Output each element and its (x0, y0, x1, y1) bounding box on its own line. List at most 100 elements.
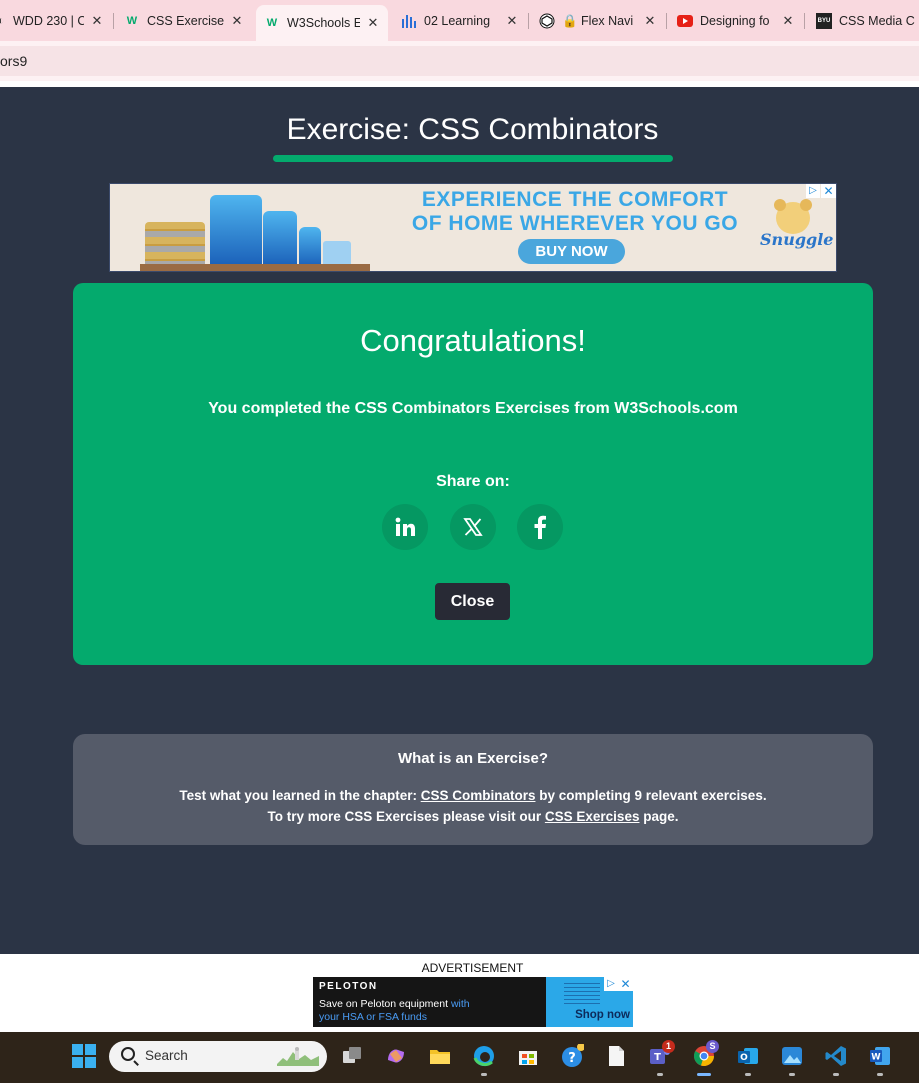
ad-headline-1: EXPERIENCE THE COMFORT (421, 188, 729, 211)
windows-start-icon[interactable] (72, 1044, 96, 1068)
info-line-2: To try more CSS Exercises please visit o… (73, 809, 873, 824)
teams-running-indicator (657, 1073, 663, 1076)
copilot-icon[interactable] (384, 1044, 408, 1068)
bottom-ad-area: ADVERTISEMENT PELOTON Save on Peloton eq… (0, 954, 919, 1032)
word-running-indicator (877, 1073, 883, 1076)
search-placeholder: Search (145, 1048, 188, 1063)
close-icon[interactable]: ✕ (364, 15, 382, 31)
ad-brand-name: Snuggle (760, 230, 834, 249)
search-highlight-icon (277, 1047, 319, 1066)
info-line-1-rest: by completing 9 relevant exercises. (535, 788, 767, 803)
address-bar-area: ors9 (0, 41, 919, 81)
edge-icon[interactable] (472, 1044, 496, 1068)
tab-separator (113, 13, 114, 29)
word-icon[interactable]: W (868, 1044, 892, 1068)
tab-title: CSS Exercise (147, 14, 224, 28)
vscode-icon[interactable] (824, 1044, 848, 1068)
ad-choices-icon[interactable]: ▷ (604, 977, 618, 991)
linkedin-icon (395, 517, 415, 536)
tab-designing[interactable]: Designing fo ✕ (677, 6, 797, 36)
tab-learning[interactable]: 02 Learning ✕ (401, 6, 521, 36)
photos-running-indicator (789, 1073, 795, 1076)
close-button[interactable]: Close (435, 583, 510, 620)
svg-text:W: W (871, 1053, 881, 1063)
tab-flex-nav[interactable]: 🔒 Flex Navi ✕ (539, 6, 659, 36)
peloton-ad-copy: PELOTON Save on Peloton equipment with y… (313, 977, 546, 1027)
tab-css-media[interactable]: BYU CSS Media C (816, 6, 919, 36)
title-underline (273, 155, 673, 162)
youtube-icon (677, 13, 693, 29)
bar-chart-icon (401, 13, 417, 29)
tab-title: 🔒 Flex Navi (562, 13, 634, 28)
help-icon[interactable]: ? (560, 1044, 584, 1068)
taskbar: Search ? T 1 S O W (0, 1032, 919, 1083)
w3schools-icon: W (126, 15, 138, 27)
tab-title: Designing fo (700, 14, 770, 28)
snuggle-logo: Snuggle (760, 199, 834, 264)
outlook-running-indicator (745, 1073, 751, 1076)
notepad-icon[interactable] (604, 1044, 628, 1068)
tab-separator (804, 13, 805, 29)
svg-text:O: O (740, 1053, 748, 1063)
file-explorer-icon[interactable] (428, 1044, 452, 1068)
document-icon (564, 980, 600, 1004)
tab-wdd230[interactable]: ◐ WDD 230 | C ✕ (0, 6, 106, 36)
chrome-profile-badge: S (706, 1040, 719, 1053)
congrats-heading: Congratulations! (360, 323, 586, 358)
x-logo-icon (463, 518, 483, 536)
tab-strip: ◐ WDD 230 | C ✕ W CSS Exercise ✕ W W3Sch… (0, 0, 919, 41)
ad-headline-2: OF HOME WHEREVER YOU GO (411, 212, 739, 235)
byu-icon: BYU (816, 13, 832, 29)
tab-separator (528, 13, 529, 29)
advertisement-label: ADVERTISEMENT (421, 961, 524, 975)
photos-icon[interactable] (780, 1044, 804, 1068)
teams-notification-badge: 1 (662, 1040, 675, 1053)
tab-title: W3Schools E (287, 16, 360, 30)
microsoft-store-icon[interactable] (516, 1044, 540, 1068)
ad-product-image (140, 192, 370, 271)
address-field[interactable]: ors9 (0, 46, 919, 76)
task-view-icon[interactable] (340, 1044, 364, 1068)
close-icon[interactable]: ✕ (88, 13, 106, 29)
vscode-running-indicator (833, 1073, 839, 1076)
edge-running-indicator (481, 1073, 487, 1076)
close-icon[interactable]: ✕ (503, 13, 521, 29)
taskbar-search[interactable]: Search (109, 1041, 327, 1072)
svg-text:?: ? (568, 1051, 576, 1066)
chart-icon: ◐ (0, 15, 5, 27)
page-title: Exercise: CSS Combinators (286, 113, 659, 146)
info-heading: What is an Exercise? (397, 750, 549, 767)
tab-css-exercises[interactable]: W CSS Exercise ✕ (124, 6, 246, 36)
congratulations-panel: Congratulations! You completed the CSS C… (73, 283, 873, 665)
close-icon[interactable]: ✕ (641, 13, 659, 29)
ad-close-icon[interactable]: ✕ (618, 977, 633, 991)
page-top-divider (0, 81, 919, 87)
tab-w3schools-active[interactable]: W W3Schools E ✕ (256, 5, 388, 41)
exercise-info-panel: What is an Exercise? Test what you learn… (73, 734, 873, 845)
peloton-text-1-plain: Save on Peloton equipment (319, 998, 451, 1010)
x-share-button[interactable] (450, 504, 496, 550)
facebook-share-button[interactable] (517, 504, 563, 550)
chrome-active-indicator (697, 1073, 711, 1076)
ad-buy-now-button[interactable]: BUY NOW (518, 239, 625, 264)
outlook-icon[interactable]: O (736, 1044, 760, 1068)
peloton-text-1: Save on Peloton equipment with (319, 998, 470, 1010)
peloton-logo: PELOTON (319, 981, 378, 992)
css-exercises-link[interactable]: CSS Exercises (545, 809, 640, 824)
close-icon[interactable]: ✕ (228, 13, 246, 29)
facebook-icon (534, 515, 546, 539)
info-line-1: Test what you learned in the chapter: CS… (73, 788, 873, 803)
tab-title: 02 Learning (424, 14, 491, 28)
peloton-shop-now[interactable]: Shop now (546, 1009, 630, 1021)
peloton-text-2: your HSA or FSA funds (319, 1011, 427, 1023)
ad-choices-icon[interactable]: ▷ (806, 184, 820, 198)
tab-title: WDD 230 | C (13, 14, 84, 28)
css-combinators-link[interactable]: CSS Combinators (421, 788, 536, 803)
peloton-ad[interactable]: PELOTON Save on Peloton equipment with y… (313, 977, 633, 1027)
completion-message: You completed the CSS Combinators Exerci… (208, 400, 738, 417)
ad-close-icon[interactable]: ✕ (821, 184, 836, 198)
close-icon[interactable]: ✕ (779, 13, 797, 29)
snuggle-ad-banner[interactable]: EXPERIENCE THE COMFORT OF HOME WHEREVER … (109, 183, 837, 272)
info-line-2-text: To try more CSS Exercises please visit o… (267, 809, 545, 824)
linkedin-share-button[interactable] (382, 504, 428, 550)
